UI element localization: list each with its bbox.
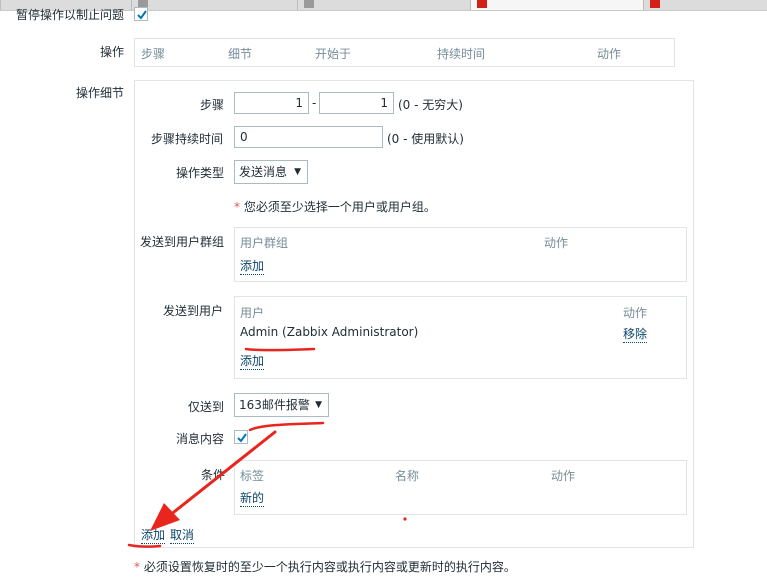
recovery-required-note: * 必须设置恢复时的至少一个执行内容或执行内容或更新时的执行内容。 [134, 558, 516, 575]
col-action: 动作 [551, 469, 576, 483]
warning-text: 您必须至少选择一个用户或用户组。 [243, 200, 436, 214]
conditions-table: 标签 名称 动作 新的 [234, 460, 687, 515]
operation-details-label: 操作细节 [76, 86, 125, 100]
new-condition-link[interactable]: 新的 [240, 489, 265, 507]
browser-tab-active[interactable] [470, 0, 643, 10]
steps-label: 步骤 [200, 98, 225, 112]
col-user: 用户 [240, 306, 265, 320]
operations-table: 步骤 细节 开始于 持续时间 动作 [134, 38, 675, 67]
col-start-in: 开始于 [315, 47, 352, 61]
add-user-link[interactable]: 添加 [240, 352, 265, 370]
users-required-warning: * 您必须至少选择一个用户或用户组。 [234, 198, 436, 215]
required-asterisk: * [134, 560, 140, 574]
user-groups-table: 用户群组 动作 添加 [234, 227, 687, 282]
footer-note-text: 必须设置恢复时的至少一个执行内容或执行内容或更新时的执行内容。 [143, 560, 516, 574]
col-user-group: 用户群组 [240, 236, 289, 250]
step-separator: - [312, 96, 317, 110]
page-icon [304, 0, 314, 8]
col-duration: 持续时间 [437, 47, 486, 61]
step-duration-hint: (0 - 使用默认) [387, 132, 464, 146]
triangle-down-icon: ▼ [294, 167, 301, 177]
send-only-to-value: 163邮件报警 [239, 398, 310, 412]
col-action: 动作 [544, 236, 569, 250]
operation-type-label: 操作类型 [176, 166, 225, 180]
pause-operations-checkbox[interactable] [134, 7, 148, 21]
send-only-to-select[interactable]: 163邮件报警 ▼ [234, 393, 329, 417]
col-step: 步骤 [141, 47, 166, 61]
col-action: 动作 [597, 47, 622, 61]
zabbix-icon [477, 0, 487, 8]
remove-user-link[interactable]: 移除 [623, 325, 648, 343]
steps-hint: (0 - 无穷大) [398, 98, 463, 112]
send-only-to-label: 仅送到 [188, 400, 225, 414]
triangle-down-icon: ▼ [315, 400, 322, 410]
users-table: 用户 动作 Admin (Zabbix Administrator) 移除 添加 [234, 296, 687, 379]
step-duration-label: 步骤持续时间 [151, 132, 224, 146]
checkmark-icon [137, 10, 147, 20]
browser-tab[interactable] [131, 0, 297, 10]
col-tag: 标签 [240, 469, 265, 483]
cancel-operation-button[interactable]: 取消 [170, 526, 195, 544]
operation-type-value: 发送消息 [239, 165, 288, 179]
col-details: 细节 [228, 47, 253, 61]
send-to-users-label: 发送到用户 [163, 304, 224, 318]
message-content-checkbox[interactable] [234, 430, 248, 444]
checkmark-icon [237, 433, 247, 443]
browser-tab[interactable] [297, 0, 470, 10]
pause-operations-label: 暂停操作以制止问题 [16, 8, 125, 22]
step-from-input[interactable]: 1 [234, 92, 309, 114]
user-row-name: Admin (Zabbix Administrator) [240, 325, 419, 339]
add-operation-button[interactable]: 添加 [141, 526, 166, 544]
message-content-label: 消息内容 [176, 432, 225, 446]
add-user-group-link[interactable]: 添加 [240, 257, 265, 275]
step-duration-input[interactable]: 0 [234, 126, 383, 148]
operation-type-select[interactable]: 发送消息 ▼ [234, 160, 308, 184]
required-asterisk: * [234, 200, 240, 214]
zabbix-icon [650, 0, 660, 8]
operations-label: 操作 [100, 45, 125, 59]
conditions-label: 条件 [201, 468, 226, 482]
send-to-user-groups-label: 发送到用户群组 [140, 235, 225, 249]
browser-tab[interactable] [643, 0, 767, 10]
step-to-input[interactable]: 1 [319, 92, 394, 114]
col-name: 名称 [395, 469, 420, 483]
col-action: 动作 [623, 306, 648, 320]
